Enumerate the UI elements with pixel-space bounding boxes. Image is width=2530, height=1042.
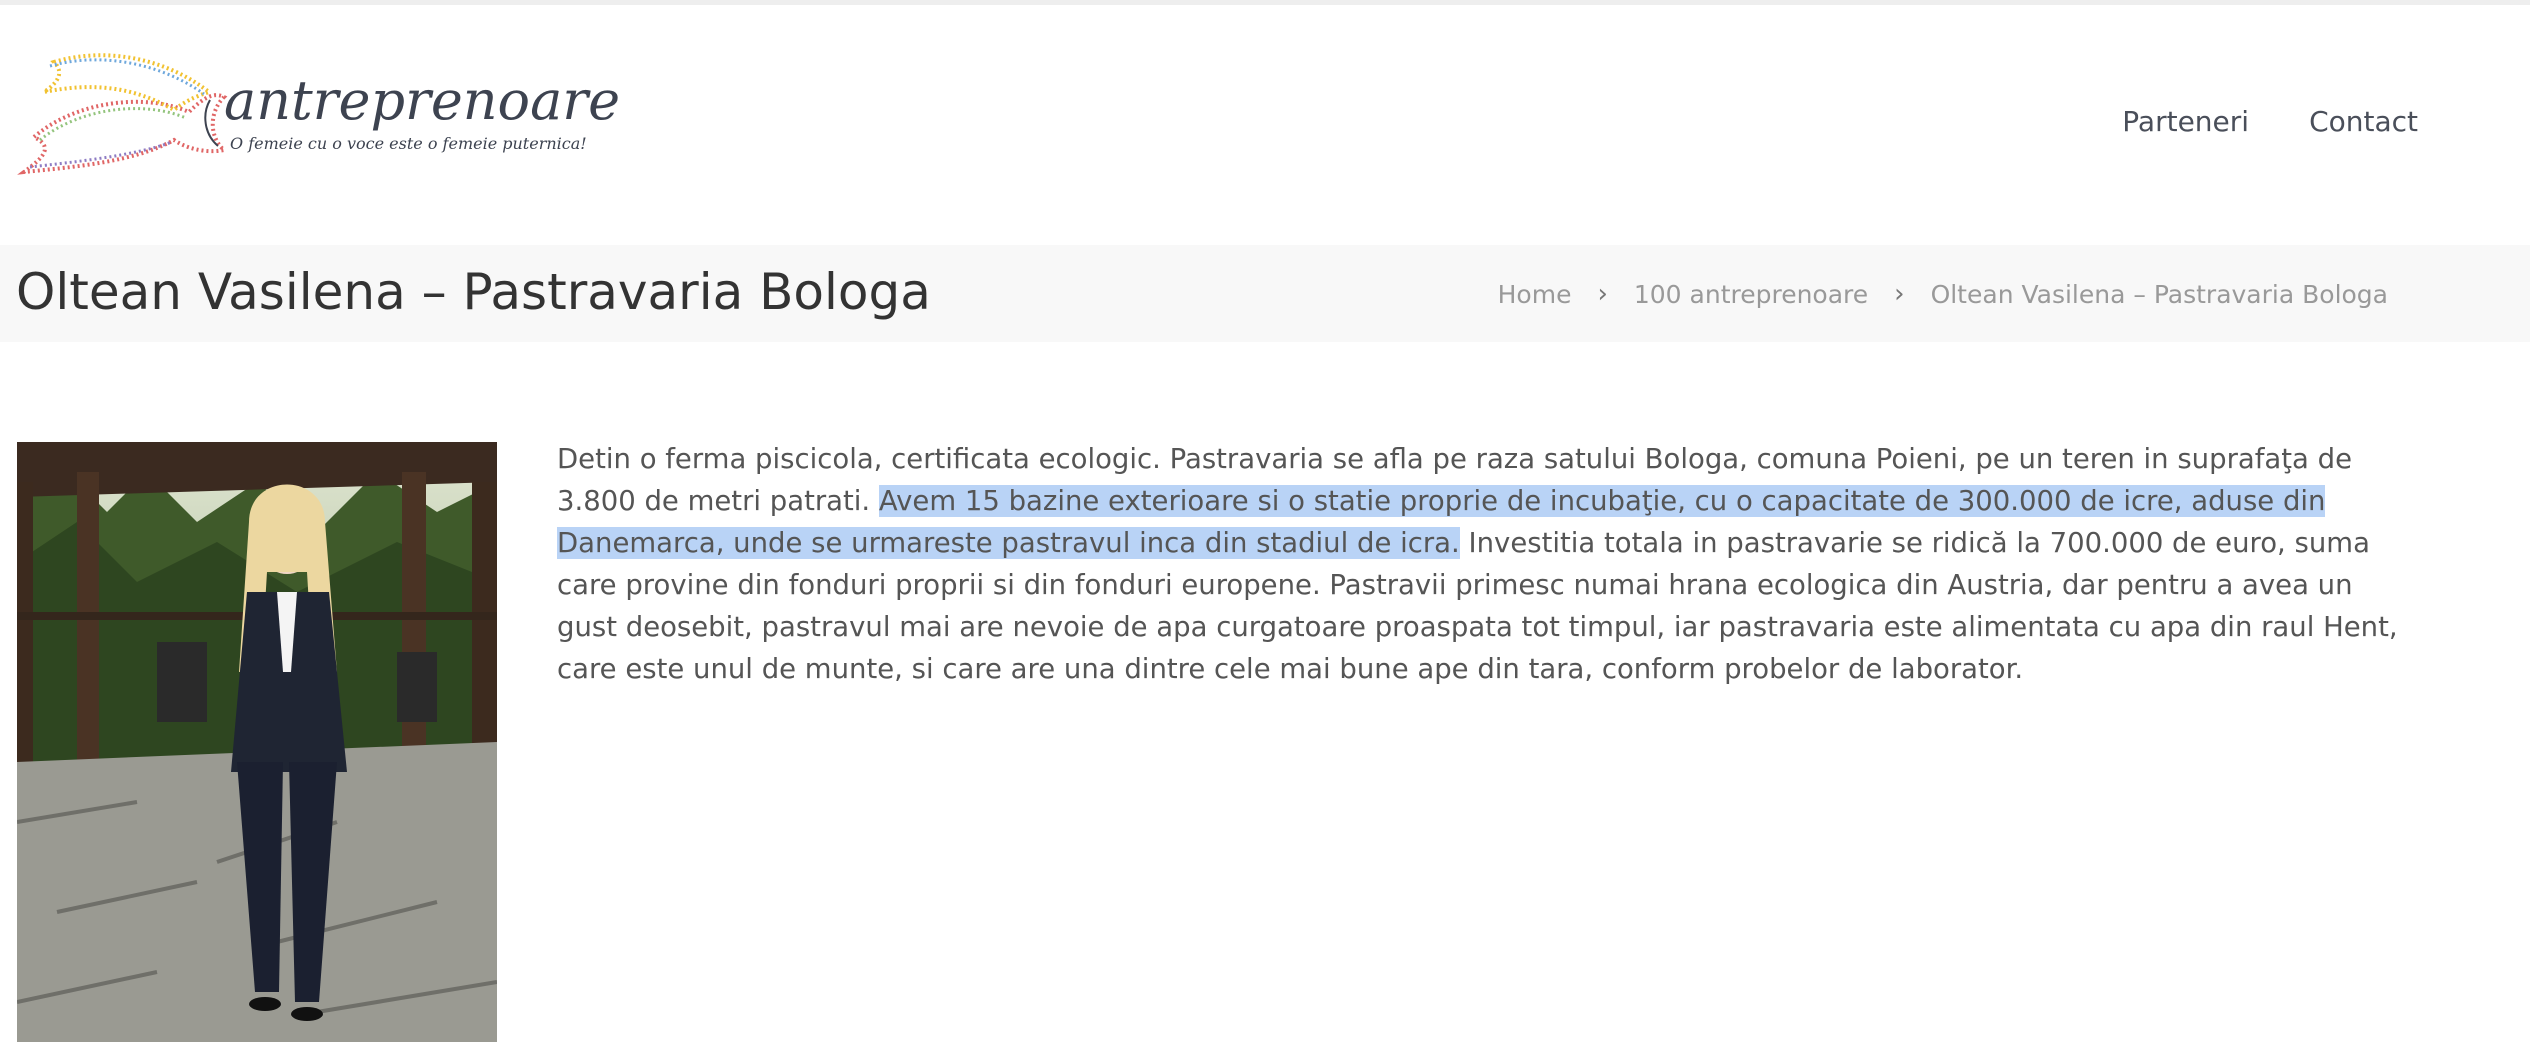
breadcrumb-home[interactable]: Home [1498, 280, 1572, 309]
breadcrumb-current: Oltean Vasilena – Pastravaria Bologa [1930, 279, 2388, 309]
chevron-right-icon: › [1597, 279, 1608, 309]
article-body: Detin o ferma piscicola, certificata eco… [557, 438, 2417, 690]
page-title: Oltean Vasilena – Pastravaria Bologa [16, 263, 931, 321]
nav-item-parteneri[interactable]: Parteneri [2122, 105, 2249, 138]
nav-item-contact[interactable]: Contact [2309, 105, 2418, 138]
breadcrumb-100-antreprenoare[interactable]: 100 antreprenoare [1634, 280, 1868, 309]
chevron-right-icon: › [1894, 279, 1905, 309]
site-logo[interactable]: antreprenoare O femeie cu o voce este o … [14, 42, 620, 182]
page-title-bar: Oltean Vasilena – Pastravaria Bologa Hom… [0, 245, 2530, 342]
logo-tagline: O femeie cu o voce este o femeie puterni… [230, 134, 587, 153]
logo-wordmark: antreprenoare [224, 69, 621, 132]
main-nav: Parteneri Contact [2122, 105, 2418, 138]
site-header: antreprenoare O femeie cu o voce este o … [0, 5, 2530, 245]
profile-photo [17, 442, 497, 1042]
photo-woman-in-gazebo [17, 442, 497, 1042]
breadcrumb: Home › 100 antreprenoare › Oltean Vasile… [1498, 279, 2388, 309]
